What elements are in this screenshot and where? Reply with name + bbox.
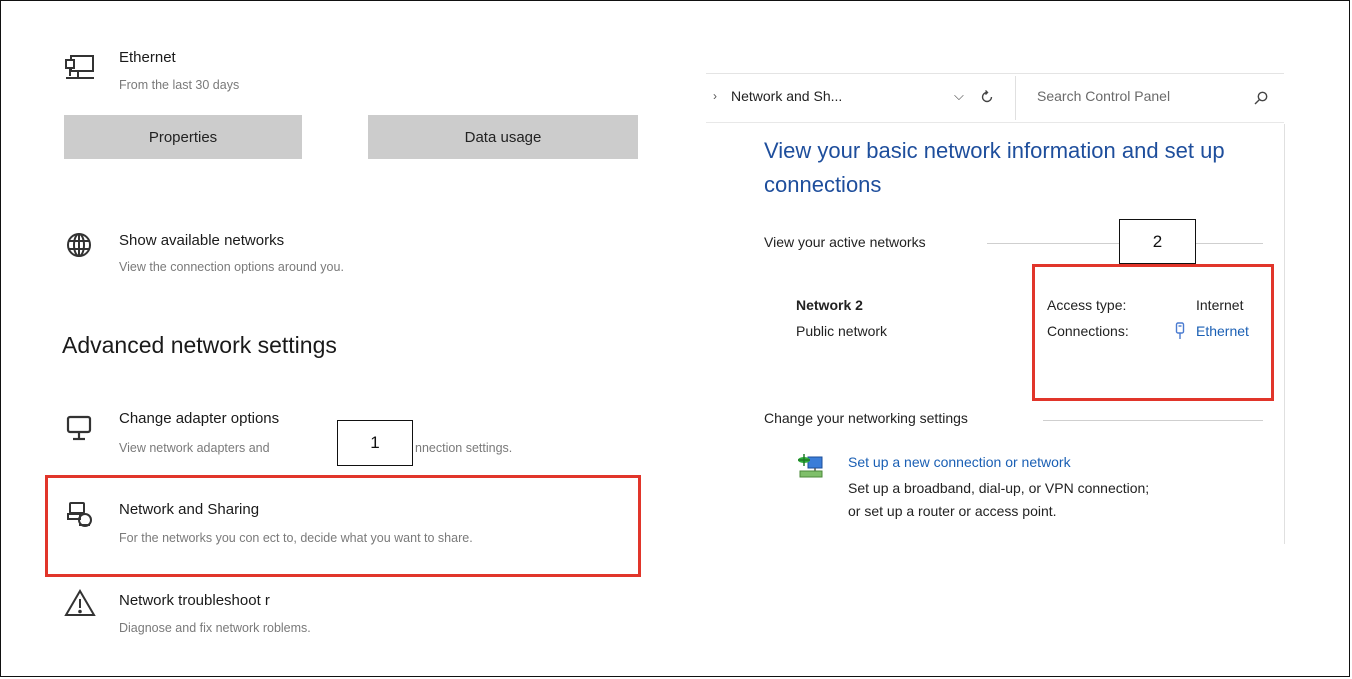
properties-button[interactable]: Properties <box>64 115 302 159</box>
show-networks-title[interactable]: Show available networks <box>119 232 284 249</box>
network-type[interactable]: Public network <box>796 323 887 339</box>
address-bar-top-border <box>706 73 1284 74</box>
troubleshooter-title[interactable]: Network troubleshoot r <box>119 592 270 609</box>
show-networks-subtitle: View the connection options around you. <box>119 260 344 274</box>
network-name: Network 2 <box>796 297 863 313</box>
address-bar-bottom-border <box>706 122 1284 123</box>
advanced-network-settings-heading: Advanced network settings <box>62 332 337 358</box>
breadcrumb-chevron-icon: › <box>713 89 717 103</box>
refresh-icon[interactable] <box>979 89 995 105</box>
warning-icon <box>64 587 96 619</box>
chevron-down-icon[interactable]: ⌵ <box>954 88 964 104</box>
change-settings-divider <box>1043 420 1263 421</box>
ethernet-title: Ethernet <box>119 49 176 66</box>
change-settings-label: Change your networking settings <box>764 410 968 426</box>
change-adapter-subtitle-left: View network adapters and <box>119 441 270 455</box>
active-networks-label: View your active networks <box>764 234 926 250</box>
page-title: View your basic network information and … <box>764 138 1225 197</box>
highlight-box-1 <box>45 475 641 577</box>
troubleshooter-subtitle: Diagnose and fix network roblems. <box>119 621 311 635</box>
search-input[interactable]: Search Control Panel <box>1037 88 1170 104</box>
change-adapter-subtitle-right: nnection settings. <box>415 441 513 455</box>
breadcrumb[interactable]: Network and Sh... <box>731 88 842 104</box>
setup-description-line1: Set up a broadband, dial-up, or VPN conn… <box>848 480 1150 496</box>
search-separator <box>1015 76 1016 120</box>
annotation-label-2: 2 <box>1119 219 1196 264</box>
setup-connection-link[interactable]: Set up a new connection or network <box>848 454 1071 470</box>
network-setup-icon <box>796 451 826 481</box>
settings-panel: Ethernet From the last 30 days Propertie… <box>34 34 644 674</box>
globe-icon <box>64 229 96 261</box>
search-icon[interactable] <box>1253 90 1269 106</box>
change-adapter-title[interactable]: Change adapter options <box>119 410 279 427</box>
ethernet-subtitle: From the last 30 days <box>119 78 240 92</box>
content-right-edge <box>1284 124 1285 544</box>
ethernet-monitor-icon <box>64 52 96 84</box>
setup-description-line2: or set up a router or access point. <box>848 503 1057 519</box>
monitor-icon <box>64 412 96 444</box>
data-usage-button[interactable]: Data usage <box>368 115 638 159</box>
highlight-box-2 <box>1032 264 1274 401</box>
annotation-label-1: 1 <box>337 420 413 466</box>
